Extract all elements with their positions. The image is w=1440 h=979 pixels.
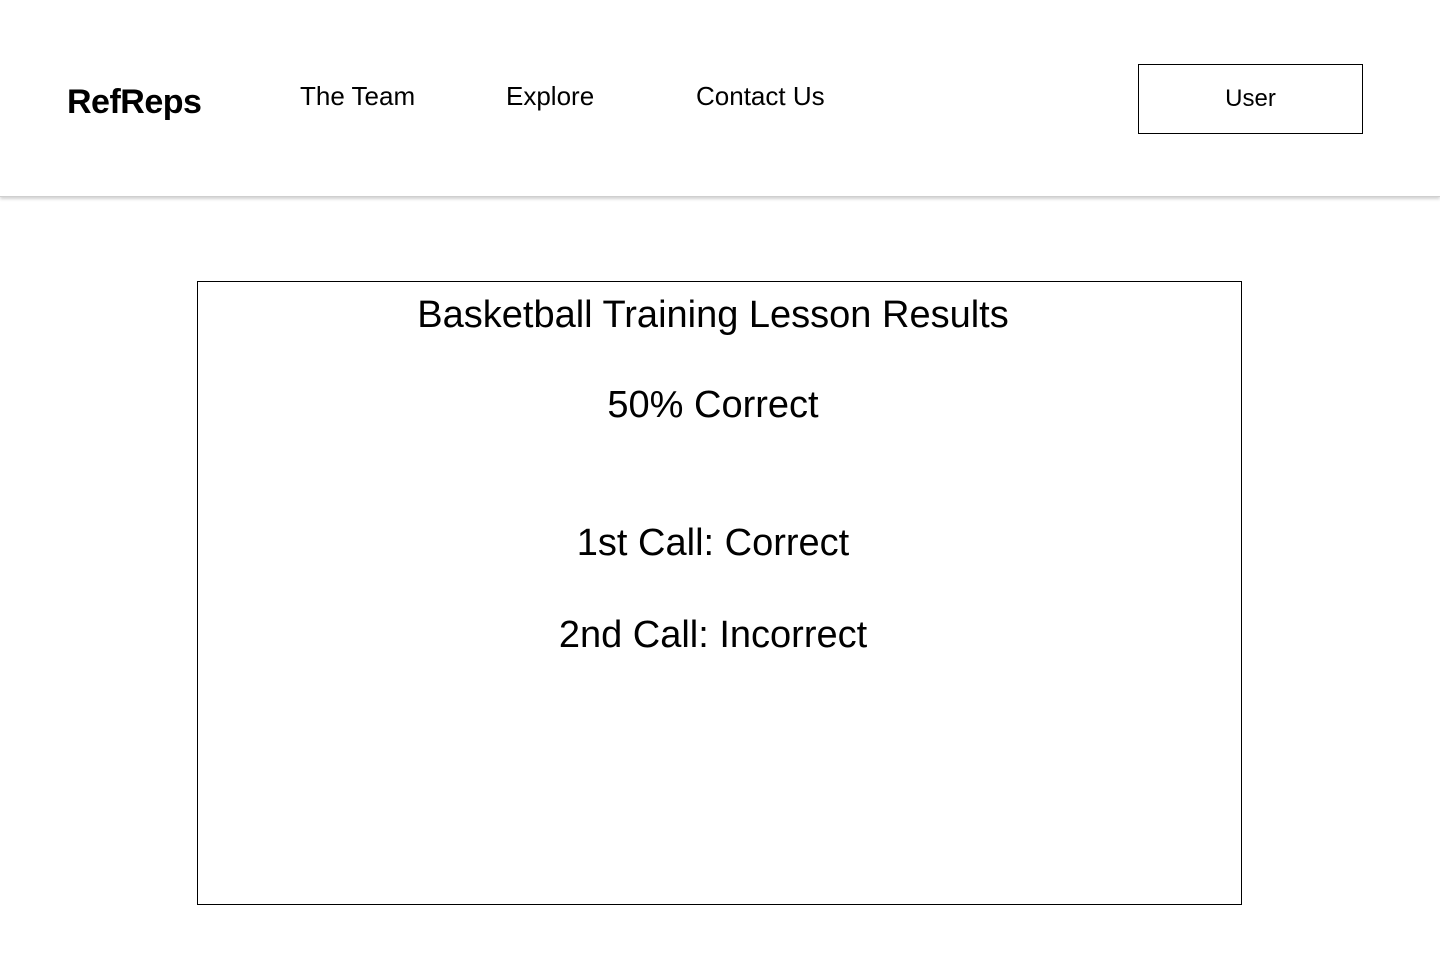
call-result-2: 2nd Call: Incorrect bbox=[558, 614, 868, 656]
nav-link-explore[interactable]: Explore bbox=[506, 80, 594, 112]
site-header: RefReps The Team Explore Contact Us User bbox=[0, 0, 1440, 197]
results-title: Basketball Training Lesson Results bbox=[417, 294, 1009, 336]
lesson-results-panel: Basketball Training Lesson Results 50% C… bbox=[197, 281, 1242, 905]
logo[interactable]: RefReps bbox=[67, 80, 202, 124]
call-result-1: 1st Call: Correct bbox=[576, 522, 850, 564]
user-button[interactable]: User bbox=[1138, 64, 1363, 134]
nav-link-the-team[interactable]: The Team bbox=[300, 80, 415, 112]
score-summary: 50% Correct bbox=[607, 384, 819, 426]
nav-link-contact-us[interactable]: Contact Us bbox=[696, 80, 825, 112]
